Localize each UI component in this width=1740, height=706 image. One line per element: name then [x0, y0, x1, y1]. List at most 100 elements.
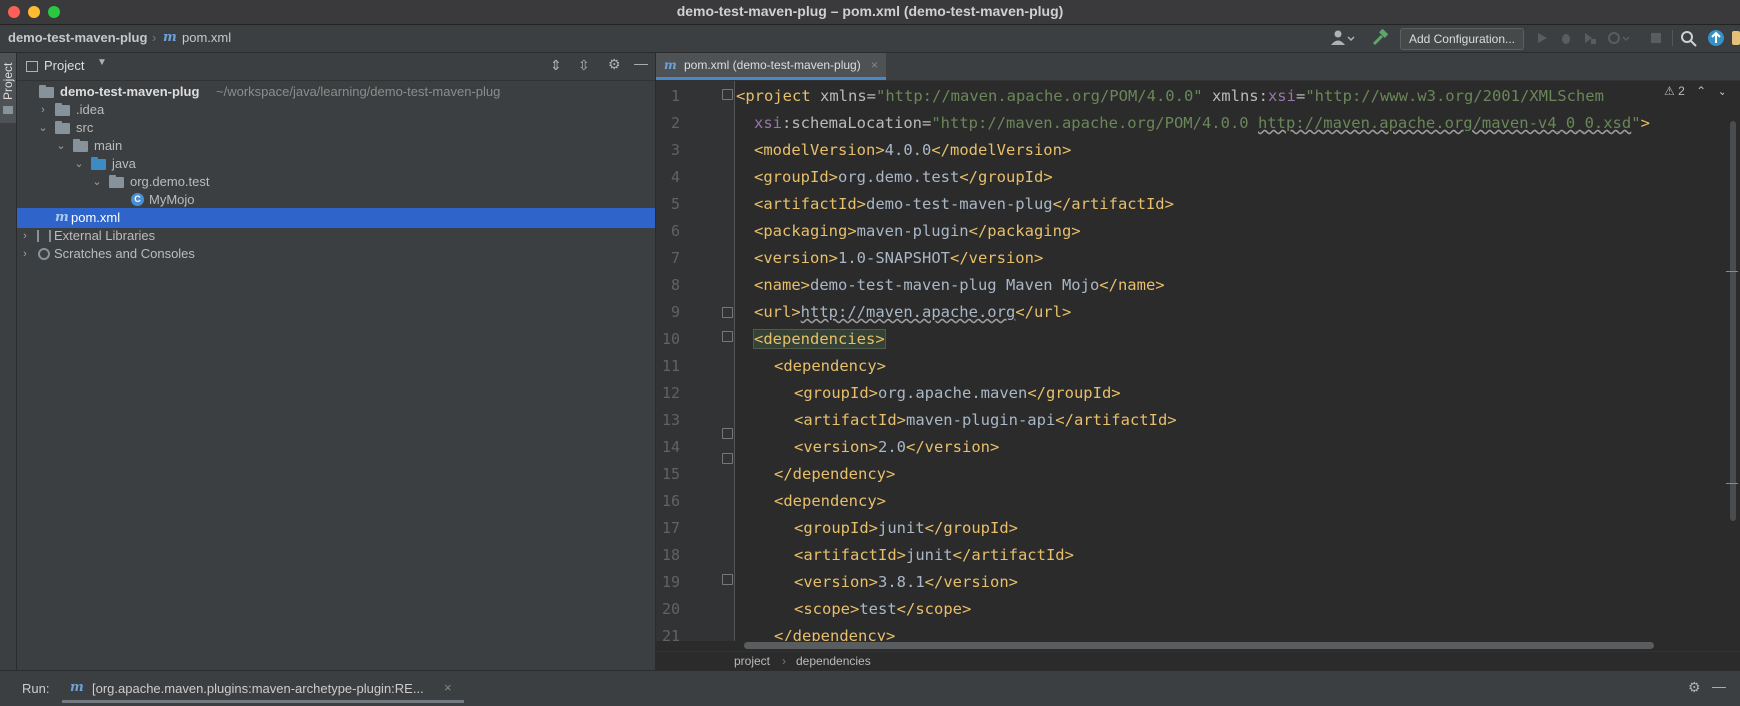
user-icon[interactable] [1330, 28, 1356, 48]
tree-item-external-libraries[interactable]: › External Libraries [17, 226, 655, 246]
tree-item-pom[interactable]: m pom.xml [17, 208, 655, 228]
xml-tag: <artifactId> [794, 411, 906, 429]
tree-item-mymojo[interactable]: C MyMojo [17, 190, 655, 210]
xml-tag: <project [736, 87, 811, 105]
horizontal-scrollbar[interactable] [734, 640, 1724, 650]
fold-marker[interactable] [722, 574, 733, 585]
folder-icon [3, 106, 13, 114]
xml-tag: <version> [754, 249, 838, 267]
xml-tag: </artifactId> [1052, 195, 1174, 213]
xml-text: 4.0.0 [884, 141, 932, 159]
chevron-down-icon[interactable]: ⌄ [73, 154, 85, 174]
chevron-down-icon[interactable]: ⌄ [55, 136, 67, 156]
add-configuration-button[interactable]: Add Configuration... [1400, 28, 1524, 50]
chevron-down-icon[interactable]: ⌄ [37, 118, 49, 138]
tree-item-idea[interactable]: › .idea [17, 100, 655, 120]
xml-tag: </groupId> [924, 519, 1018, 537]
code-area[interactable]: <project xmlns = "http://maven.apache.org/… [734, 81, 1724, 641]
close-icon[interactable]: × [871, 53, 878, 77]
xml-tag: </groupId> [959, 168, 1053, 186]
xml-link[interactable]: http://maven.apache.org [801, 303, 1016, 321]
change-marker [1726, 483, 1738, 484]
chevron-right-icon[interactable]: › [37, 100, 49, 120]
xml-tag: </version> [949, 249, 1044, 267]
code-line-14: <version>2.0</version> [794, 434, 999, 461]
update-icon[interactable] [1706, 28, 1726, 48]
xml-text: 2.0 [878, 438, 906, 456]
line-number: 19 [661, 573, 680, 591]
tree-item-main[interactable]: ⌄ main [17, 136, 655, 156]
breadcrumb-project[interactable]: demo-test-maven-plug [8, 30, 147, 45]
tree-item-java[interactable]: ⌄ java [17, 154, 655, 174]
chevron-right-icon[interactable]: › [19, 244, 31, 264]
chevron-right-icon[interactable]: › [19, 226, 31, 246]
xml-text: org.apache.maven [878, 384, 1028, 402]
xml-text: demo-test-maven-plug [865, 195, 1053, 213]
tree-item-label: MyMojo [149, 192, 195, 207]
project-tool-tab-label: Project [1, 62, 15, 100]
xml-attr: xmlns [1202, 87, 1259, 105]
xml-tag: <dependency> [774, 492, 886, 510]
gear-icon[interactable]: ⚙ [608, 56, 621, 73]
expand-all-icon[interactable]: ⇕ [550, 57, 562, 74]
run-tab[interactable]: m [org.apache.maven.plugins:maven-archet… [62, 671, 464, 703]
code-line-10: <dependencies> [753, 326, 886, 353]
scratches-icon [38, 248, 50, 260]
breadcrumb-item[interactable]: dependencies [796, 652, 871, 671]
xml-tag: <packaging> [754, 222, 857, 240]
tree-item-project-root[interactable]: ⌄ demo-test-maven-plug ~/workspace/java/… [17, 82, 655, 102]
fold-marker[interactable] [722, 331, 733, 342]
fold-marker[interactable] [722, 453, 733, 464]
debug-icon[interactable] [1558, 28, 1574, 48]
editor-tab-label: pom.xml (demo-test-maven-plug) [684, 58, 861, 72]
collapse-all-icon[interactable]: ⇳ [578, 57, 590, 74]
hide-panel-icon[interactable]: — [634, 55, 648, 71]
line-number: 10 [661, 330, 680, 348]
navigation-bar: demo-test-maven-plug › m pom.xml Add Con… [0, 25, 1740, 53]
fold-marker[interactable] [722, 89, 733, 100]
code-line-18: <artifactId>junit</artifactId> [794, 542, 1074, 569]
build-hammer-icon[interactable] [1370, 28, 1390, 48]
line-number: 1 [670, 87, 680, 105]
project-panel: Project ▼ ⇕ ⇳ ⚙ — ⌄ demo-test-maven-plug… [17, 53, 656, 670]
hide-panel-icon[interactable]: — [1712, 678, 1726, 694]
notification-indicator[interactable] [1732, 31, 1740, 45]
xml-text: maven-plugin-api [905, 411, 1056, 429]
profile-icon[interactable] [1606, 28, 1632, 48]
code-line-17: <groupId>junit</groupId> [794, 515, 1018, 542]
chevron-down-icon[interactable]: ▼ [97, 57, 107, 68]
chevron-down-icon[interactable]: ⌄ [91, 172, 103, 192]
editor-tab-pom[interactable]: m pom.xml (demo-test-maven-plug) × [656, 53, 886, 80]
fold-marker[interactable] [722, 307, 733, 318]
breadcrumb-item[interactable]: project [734, 652, 770, 671]
run-icon[interactable] [1534, 28, 1550, 48]
folder-icon [55, 121, 70, 134]
project-panel-title[interactable]: Project [44, 58, 84, 73]
line-number: 2 [670, 114, 680, 132]
tree-item-package[interactable]: ⌄ org.demo.test [17, 172, 655, 192]
xml-text: junit [905, 546, 953, 564]
scrollbar-thumb[interactable] [744, 642, 1654, 649]
xml-link[interactable]: http://maven.apache.org/maven-v4_0_0.xsd [1258, 114, 1631, 132]
vertical-scrollbar[interactable] [1724, 81, 1740, 641]
xml-tag: </groupId> [1027, 384, 1121, 402]
change-marker [1726, 271, 1738, 272]
code-line-15: </dependency> [774, 461, 895, 488]
close-icon[interactable]: × [444, 680, 452, 695]
xml-namespace: xsi [754, 114, 782, 132]
xml-attr-value: "http://maven.apache.org/POM/4.0.0 [931, 114, 1258, 132]
gear-icon[interactable]: ⚙ [1688, 679, 1701, 696]
tree-item-scratches[interactable]: › Scratches and Consoles [17, 244, 655, 264]
xml-eq: = [866, 87, 876, 105]
fold-marker[interactable] [722, 428, 733, 439]
breadcrumb-file[interactable]: pom.xml [182, 30, 231, 45]
stop-icon[interactable] [1648, 28, 1664, 48]
search-icon[interactable] [1680, 28, 1698, 48]
scrollbar-thumb[interactable] [1730, 121, 1736, 521]
xml-text: demo-test-maven-plug Maven Mojo [810, 276, 1100, 294]
coverage-icon[interactable] [1582, 28, 1598, 48]
xml-tag: </scope> [896, 600, 972, 618]
code-line-2: xsi:schemaLocation="http://maven.apache.… [754, 110, 1650, 137]
tree-item-src[interactable]: ⌄ src [17, 118, 655, 138]
xml-text: test [859, 600, 897, 618]
